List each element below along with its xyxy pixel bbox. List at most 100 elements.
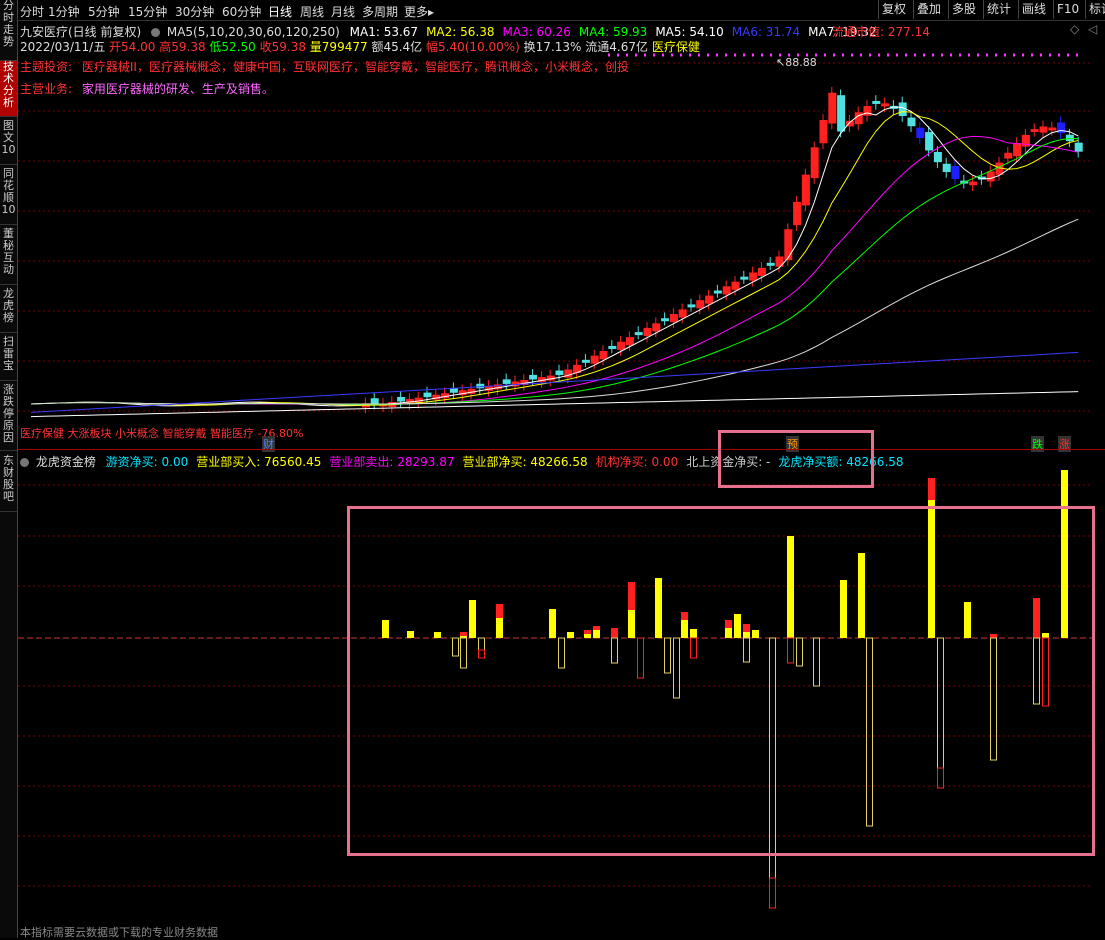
- f10-button[interactable]: F10: [1053, 0, 1082, 19]
- ma-value-5: MA5: 54.10: [655, 25, 724, 39]
- ma-value-4: MA4: 59.93: [578, 25, 648, 39]
- market-cap: 流通市值: 277.14: [832, 25, 930, 39]
- peak-price-value: 88.88: [785, 56, 817, 69]
- highlight-box-net-buy: [718, 430, 874, 488]
- chevron-right-icon: ▸: [428, 5, 435, 19]
- candle-body-104: [942, 163, 951, 173]
- tab-tonghuashun[interactable]: 同花顺10: [0, 168, 17, 225]
- candle-body-103: [933, 152, 942, 163]
- tab-secretary-interaction[interactable]: 董秘互动: [0, 228, 17, 285]
- candle-body-60: [555, 370, 564, 376]
- candle-body-102: [925, 132, 934, 151]
- candle-body-74: [678, 309, 687, 318]
- candle-body-39: [370, 398, 379, 404]
- tab-intraday[interactable]: 分时走势: [0, 0, 17, 61]
- diamond-icon[interactable]: ◇: [1070, 22, 1079, 36]
- candle-body-70: [643, 327, 652, 337]
- ma-value-6: MA6: 31.74: [731, 25, 801, 39]
- candle-body-69: [634, 332, 643, 336]
- candle-body-90: [819, 120, 828, 144]
- candle-body-81: [740, 276, 749, 280]
- ma-value-2: MA2: 56.38: [426, 25, 495, 39]
- candle-body-111: [1004, 152, 1013, 159]
- period-more[interactable]: 更多▸: [404, 3, 434, 20]
- ma-params: MA5(5,10,20,30,60,120,250): [166, 25, 340, 39]
- candle-body-91: [828, 92, 837, 124]
- period-1min[interactable]: 1分钟: [48, 3, 80, 20]
- candle-body-83: [757, 267, 766, 276]
- period-weekly[interactable]: 周线: [300, 3, 324, 20]
- peak-arrow-icon: ↖: [776, 56, 786, 69]
- stock-title: 九安医疗(日线 前复权): [20, 25, 142, 39]
- mark-button[interactable]: 标记: [1085, 0, 1105, 19]
- adjust-button[interactable]: 复权: [878, 0, 909, 19]
- candle-body-107: [969, 181, 978, 186]
- tab-graphic-text[interactable]: 图文10: [0, 120, 17, 165]
- candle-body-63: [581, 359, 590, 363]
- period-intraday[interactable]: 分时: [20, 3, 44, 20]
- tab-eastmoney-forum[interactable]: 东财股吧: [0, 455, 17, 512]
- candle-body-68: [625, 337, 634, 346]
- candle-body-86: [784, 229, 793, 261]
- period-30min[interactable]: 30分钟: [175, 3, 214, 20]
- candle-body-78: [713, 290, 722, 294]
- buy-bar-red-cap-36: [928, 478, 935, 500]
- candle-body-109: [986, 171, 995, 182]
- period-toolbar: 分时 1分钟 5分钟 15分钟 30分钟 60分钟 日线 周线 月线 多周期 更…: [18, 0, 1105, 21]
- period-more-label: 更多: [404, 5, 429, 19]
- ma-value-3: MA3: 60.26: [502, 25, 571, 39]
- tab-dragon-tiger-list[interactable]: 龙虎榜: [0, 288, 17, 333]
- period-daily[interactable]: 日线: [268, 3, 292, 20]
- candle-body-96: [872, 100, 881, 104]
- candle-body-101: [916, 127, 925, 139]
- statistics-button[interactable]: 统计: [983, 0, 1014, 19]
- side-tab-bar: 分时走势 技术分析 图文10 同花顺10 董秘互动 龙虎榜 扫雷宝 涨跌停原因 …: [0, 0, 18, 938]
- candle-body-112: [1013, 143, 1022, 157]
- candle-body-89: [810, 147, 819, 179]
- tab-mine-sweeper[interactable]: 扫雷宝: [0, 336, 17, 381]
- candle-body-100: [907, 117, 916, 127]
- tab-technical-analysis[interactable]: 技术分析: [0, 61, 17, 117]
- candle-body-84: [766, 262, 775, 266]
- period-multi[interactable]: 多周期: [362, 3, 398, 20]
- candle-body-118: [1065, 134, 1074, 142]
- period-15min[interactable]: 15分钟: [128, 3, 167, 20]
- period-monthly[interactable]: 月线: [331, 3, 355, 20]
- settings-circle-icon[interactable]: [151, 28, 161, 37]
- candle-body-42: [397, 396, 406, 402]
- candle-body-77: [705, 295, 714, 304]
- candle-body-88: [801, 174, 810, 206]
- candle-body-114: [1030, 129, 1039, 133]
- candle-body-119: [1074, 142, 1083, 152]
- candle-body-97: [881, 103, 890, 107]
- draw-line-button[interactable]: 画线: [1018, 0, 1049, 19]
- concept-tag-strip: 医疗保健 大涨板块 小米概念 智能穿戴 智能医疗 -76.80%: [20, 427, 304, 440]
- candle-body-87: [793, 201, 802, 226]
- ma-values: MA1: 53.67 MA2: 56.38 MA3: 60.26 MA4: 59.93…: [350, 25, 885, 39]
- peak-price-label: ↖88.88: [776, 56, 817, 69]
- overlay-button[interactable]: 叠加: [913, 0, 944, 19]
- candle-body-45: [423, 392, 432, 398]
- candle-body-82: [749, 272, 758, 281]
- highlight-box-bars: [347, 506, 1095, 856]
- period-60min[interactable]: 60分钟: [222, 3, 261, 20]
- candle-body-67: [617, 341, 626, 350]
- candle-body-66: [608, 345, 617, 349]
- candle-body-54: [502, 379, 511, 384]
- candle-body-115: [1039, 126, 1048, 133]
- multi-stock-button[interactable]: 多股: [948, 0, 979, 19]
- tab-limit-reasons[interactable]: 涨跌停原因: [0, 384, 17, 451]
- sell-bar-red-tail-28: [769, 877, 776, 909]
- ma-value-1: MA1: 53.67: [349, 25, 419, 39]
- candle-body-48: [449, 388, 458, 393]
- candle-body-116: [1048, 127, 1057, 131]
- candle-body-105: [951, 166, 960, 180]
- candlestick-chart[interactable]: [18, 50, 1093, 435]
- candle-body-65: [599, 351, 608, 360]
- candle-body-57: [529, 374, 538, 380]
- moving-average-line-4: [30, 138, 1079, 405]
- collapse-icon[interactable]: ◁: [1088, 22, 1097, 36]
- candle-body-72: [661, 318, 670, 322]
- candle-body-79: [722, 286, 731, 295]
- period-5min[interactable]: 5分钟: [88, 3, 120, 20]
